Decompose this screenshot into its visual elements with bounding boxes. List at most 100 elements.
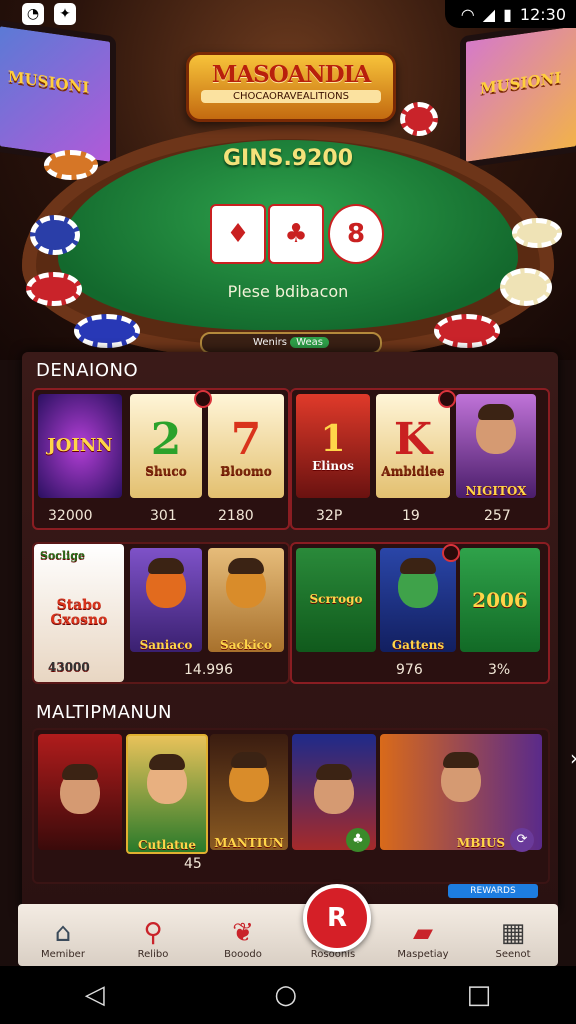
calendar-icon: ▦ (500, 918, 526, 948)
game-symbol: 2 (150, 413, 182, 465)
logo-title: MASOANDIA (211, 61, 371, 88)
winners-pill[interactable]: Wenirs Weas (200, 332, 382, 354)
cards-icon: ▰ (413, 918, 433, 948)
game-tile[interactable]: JOINN (38, 394, 122, 498)
share-icon[interactable]: ⟳ (510, 828, 534, 852)
app-notification-icon: ◔ (22, 3, 44, 25)
status-bar: ◔ ✦ ◠ ◢ ▮ 12:30 (0, 0, 576, 28)
game-tile[interactable]: 1 Elinos (296, 394, 370, 498)
notification-badge-icon (194, 390, 212, 408)
camera-icon: ✦ (54, 3, 76, 25)
multiplayer-group: Cutlatue MANTIUN MBIUS 45 ♣ ⟳ (32, 728, 550, 884)
chip-icon (400, 102, 438, 136)
clover-icon[interactable]: ♣ (346, 828, 370, 852)
multiplayer-count: 45 (184, 856, 202, 872)
game-tile[interactable]: Sackico (208, 548, 284, 652)
rewards-strip[interactable]: REWARDS (448, 884, 538, 898)
game-tile[interactable]: Scrrogo (296, 548, 376, 652)
game-tag: Soclige (40, 549, 86, 562)
game-value: 301 (150, 508, 177, 524)
game-tile[interactable]: Soclige Stabo Gxosno 43000 (34, 544, 124, 682)
game-value: 32P (316, 508, 343, 524)
nav-label: Maspetiay (397, 949, 449, 960)
multiplayer-section-title: MALTIPMANUN (36, 702, 172, 723)
chip-icon (512, 218, 562, 248)
balance-display: GINS.9200 (222, 146, 354, 171)
game-value: 257 (484, 508, 511, 524)
chip-icon (434, 314, 500, 348)
hero-casino-table: MUSIONI MUSIONI MASOANDIA CHOCAORAVEALIT… (0, 0, 576, 360)
game-symbol: K (393, 413, 433, 465)
nav-item-booodo[interactable]: ❦ Booodo (203, 904, 283, 966)
left-screen-text: MUSIONI (8, 67, 90, 97)
notification-badge-icon (438, 390, 456, 408)
nav-item-seenot[interactable]: ▦ Seenot (473, 904, 553, 966)
nav-label: Booodo (224, 949, 262, 960)
nav-label: Seenot (495, 949, 531, 960)
game-title: 2006 (472, 588, 528, 612)
casino-logo[interactable]: MASOANDIA CHOCAORAVEALITIONS (186, 52, 396, 122)
game-tile[interactable]: K Ambidiee (376, 394, 450, 498)
system-navigation-bar: ◁ ○ □ (0, 966, 576, 1024)
game-tile[interactable]: Cutlatue (126, 734, 208, 854)
chip-card: 8 (328, 204, 384, 264)
game-title: MANTIUN (214, 835, 284, 850)
game-title: Bloomo (220, 463, 272, 478)
game-title: Sackico (220, 637, 272, 652)
battery-icon: ▮ (503, 4, 512, 24)
featured-group-c: Soclige Stabo Gxosno 43000 Saniaco Sacki… (32, 542, 290, 684)
featured-group-b: 1 Elinos 32P K Ambidiee 19 NIGITOX 257 (290, 388, 550, 530)
character-portrait (398, 558, 438, 609)
character-portrait (314, 764, 354, 814)
playing-card: ♦ (210, 204, 266, 264)
game-tile[interactable]: 2 Shuco (130, 394, 202, 498)
nav-item-maspetiay[interactable]: ▰ Maspetiay (383, 904, 463, 966)
game-value: 32000 (48, 508, 93, 524)
back-icon[interactable]: ◁ (85, 980, 105, 1010)
game-title: Ambidiee (381, 463, 445, 478)
nav-item-relibo[interactable]: ⚲ Relibo (113, 904, 193, 966)
wifi-icon: ◠ (460, 4, 475, 24)
game-title: NIGITOX (465, 483, 527, 498)
game-tile[interactable]: 2006 (460, 548, 540, 652)
signal-icon: ◢ (482, 4, 496, 24)
game-title: JOINN (47, 435, 113, 457)
pill-value: Weas (290, 337, 329, 348)
games-panel: DENAIONO JOINN 32000 2 Shuco 301 7 Bloom… (22, 352, 576, 912)
game-symbol: 1 (320, 418, 346, 461)
chip-icon (30, 215, 80, 255)
center-logo-icon: R (303, 884, 371, 952)
game-value: 14.996 (184, 662, 233, 678)
playing-card: ♣ (268, 204, 324, 264)
game-tile[interactable]: NIGITOX (456, 394, 536, 498)
character-portrait (146, 558, 186, 609)
felt-label: Plese bdibacon (227, 282, 349, 301)
home-icon: ⌂ (54, 918, 72, 948)
character-portrait (229, 752, 269, 803)
game-title: Cutlatue (137, 837, 197, 852)
scroll-right-icon[interactable]: › (570, 746, 576, 770)
chip-icon (74, 314, 140, 348)
game-value: 43000 (48, 659, 90, 674)
nav-label: Memiber (41, 949, 85, 960)
recents-icon[interactable]: □ (467, 980, 492, 1010)
game-tile[interactable]: 7 Bloomo (208, 394, 284, 498)
game-title: Shuco (145, 463, 187, 478)
game-value: 976 (396, 662, 423, 678)
game-tile[interactable]: Gattens (380, 548, 456, 652)
game-tile[interactable]: Saniaco (130, 548, 202, 652)
joystick-icon: ⚲ (143, 918, 163, 948)
character-portrait (226, 558, 266, 609)
game-value: 19 (402, 508, 420, 524)
featured-group-a: JOINN 32000 2 Shuco 301 7 Bloomo 2180 (32, 388, 290, 530)
nav-item-center[interactable]: R Rosoonis (293, 884, 373, 966)
pill-label: Wenirs (253, 337, 287, 348)
nav-item-member[interactable]: ⌂ Memiber (23, 904, 103, 966)
notification-badge-icon (442, 544, 460, 562)
game-tile[interactable]: MANTIUN (210, 734, 288, 850)
game-tile[interactable] (38, 734, 122, 850)
nav-label: Relibo (137, 949, 169, 960)
character-portrait (60, 764, 100, 814)
right-screen-text: MUSIONI (480, 68, 562, 98)
home-circle-icon[interactable]: ○ (274, 980, 297, 1010)
